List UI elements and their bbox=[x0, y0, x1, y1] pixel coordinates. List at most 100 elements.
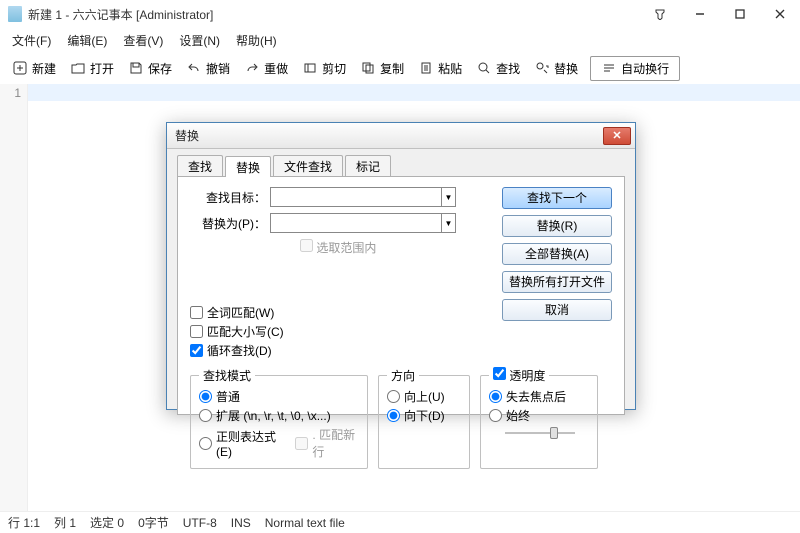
tb-save[interactable]: 保存 bbox=[122, 57, 178, 80]
transparency-group: 透明度 失去焦点后 始终 bbox=[480, 367, 598, 469]
dot-newline-checkbox bbox=[295, 437, 308, 450]
new-icon bbox=[12, 60, 28, 76]
whole-word-checkbox[interactable] bbox=[190, 306, 203, 319]
direction-up[interactable]: 向上(U) bbox=[387, 388, 461, 405]
status-bytes: 0字节 bbox=[138, 514, 169, 531]
tb-cut-label: 剪切 bbox=[322, 60, 346, 77]
tb-cut[interactable]: 剪切 bbox=[296, 57, 352, 80]
dropdown-icon[interactable]: ▼ bbox=[441, 188, 455, 206]
dialog-body: 查找 替换 文件查找 标记 查找目标： ▼ 替换为(P)： ▼ 选取范围内 查找… bbox=[167, 149, 635, 425]
find-next-button[interactable]: 查找下一个 bbox=[502, 187, 612, 209]
menu-settings[interactable]: 设置(N) bbox=[171, 30, 228, 51]
replace-all-button[interactable]: 全部替换(A) bbox=[502, 243, 612, 265]
line-gutter: 1 bbox=[0, 84, 28, 511]
title-bar: 新建 1 - 六六记事本 [Administrator] bbox=[0, 0, 800, 28]
status-filetype: Normal text file bbox=[265, 516, 345, 530]
replace-dialog: 替换 ✕ 查找 替换 文件查找 标记 查找目标： ▼ 替换为(P)： ▼ 选取范… bbox=[166, 122, 636, 410]
transparency-always[interactable]: 始终 bbox=[489, 407, 589, 424]
status-encoding: UTF-8 bbox=[183, 516, 217, 530]
tb-save-label: 保存 bbox=[148, 60, 172, 77]
minimize-button[interactable] bbox=[688, 2, 712, 26]
replace-all-open-button[interactable]: 替换所有打开文件 bbox=[502, 271, 612, 293]
tb-new-label: 新建 bbox=[32, 60, 56, 77]
tb-redo[interactable]: 重做 bbox=[238, 57, 294, 80]
search-mode-group: 查找模式 普通 扩展 (\n, \r, \t, \0, \x...) 正则表达式… bbox=[190, 367, 368, 469]
tb-redo-label: 重做 bbox=[264, 60, 288, 77]
find-icon bbox=[476, 60, 492, 76]
transparency-legend: 透明度 bbox=[489, 367, 549, 384]
find-target-input[interactable]: ▼ bbox=[270, 187, 456, 207]
current-line-highlight bbox=[28, 84, 800, 101]
tb-undo[interactable]: 撤销 bbox=[180, 57, 236, 80]
tb-wrap-label: 自动换行 bbox=[621, 60, 669, 77]
mode-regex[interactable]: 正则表达式(E) . 匹配新行 bbox=[199, 426, 359, 460]
toolbar: 新建 打开 保存 撤销 重做 剪切 复制 粘贴 查找 替换 自动换行 bbox=[0, 52, 800, 84]
status-bar: 行 1:1 列 1 选定 0 0字节 UTF-8 INS Normal text… bbox=[0, 511, 800, 533]
copy-icon bbox=[360, 60, 376, 76]
close-button[interactable] bbox=[768, 2, 792, 26]
cancel-button[interactable]: 取消 bbox=[502, 299, 612, 321]
tb-find-label: 查找 bbox=[496, 60, 520, 77]
redo-icon bbox=[244, 60, 260, 76]
menu-view[interactable]: 查看(V) bbox=[115, 30, 171, 51]
replace-icon bbox=[534, 60, 550, 76]
document-icon bbox=[8, 6, 22, 22]
match-case-checkbox[interactable] bbox=[190, 325, 203, 338]
direction-down[interactable]: 向下(D) bbox=[387, 407, 461, 424]
tb-find[interactable]: 查找 bbox=[470, 57, 526, 80]
status-sel: 选定 0 bbox=[90, 514, 124, 531]
transparency-checkbox[interactable] bbox=[493, 367, 506, 380]
dialog-close-button[interactable]: ✕ bbox=[603, 127, 631, 145]
match-case-option[interactable]: 匹配大小写(C) bbox=[190, 323, 612, 340]
open-icon bbox=[70, 60, 86, 76]
dialog-titlebar[interactable]: 替换 ✕ bbox=[167, 123, 635, 149]
tb-wrap[interactable]: 自动换行 bbox=[590, 56, 680, 81]
transparency-slider[interactable] bbox=[505, 426, 575, 440]
transparency-lose-focus[interactable]: 失去焦点后 bbox=[489, 388, 589, 405]
tb-replace-label: 替换 bbox=[554, 60, 578, 77]
save-icon bbox=[128, 60, 144, 76]
dialog-title: 替换 bbox=[175, 127, 603, 144]
tb-paste[interactable]: 粘贴 bbox=[412, 57, 468, 80]
in-selection-checkbox bbox=[300, 239, 313, 252]
status-row: 行 1:1 bbox=[8, 514, 40, 531]
window-controls bbox=[648, 2, 792, 26]
direction-legend: 方向 bbox=[387, 367, 419, 384]
line-number: 1 bbox=[0, 86, 21, 100]
menu-edit[interactable]: 编辑(E) bbox=[59, 30, 115, 51]
tb-new[interactable]: 新建 bbox=[6, 57, 62, 80]
tab-replace[interactable]: 替换 bbox=[225, 156, 271, 177]
wrap-icon bbox=[601, 60, 617, 76]
tab-mark[interactable]: 标记 bbox=[345, 155, 391, 176]
mode-extended[interactable]: 扩展 (\n, \r, \t, \0, \x...) bbox=[199, 407, 359, 424]
search-mode-legend: 查找模式 bbox=[199, 367, 255, 384]
undo-icon bbox=[186, 60, 202, 76]
cut-icon bbox=[302, 60, 318, 76]
tb-paste-label: 粘贴 bbox=[438, 60, 462, 77]
tab-file-find[interactable]: 文件查找 bbox=[273, 155, 343, 176]
menu-file[interactable]: 文件(F) bbox=[4, 30, 59, 51]
dialog-buttons: 查找下一个 替换(R) 全部替换(A) 替换所有打开文件 取消 bbox=[502, 187, 612, 321]
replace-with-input[interactable]: ▼ bbox=[270, 213, 456, 233]
tb-replace[interactable]: 替换 bbox=[528, 57, 584, 80]
status-mode: INS bbox=[231, 516, 251, 530]
wrap-around-checkbox[interactable] bbox=[190, 344, 203, 357]
window-title: 新建 1 - 六六记事本 [Administrator] bbox=[28, 6, 648, 23]
slider-thumb[interactable] bbox=[550, 427, 558, 439]
in-selection-option: 选取范围内 bbox=[300, 239, 376, 256]
tb-undo-label: 撤销 bbox=[206, 60, 230, 77]
dropdown-icon[interactable]: ▼ bbox=[441, 214, 455, 232]
tb-copy[interactable]: 复制 bbox=[354, 57, 410, 80]
menu-bar: 文件(F) 编辑(E) 查看(V) 设置(N) 帮助(H) bbox=[0, 28, 800, 52]
maximize-button[interactable] bbox=[728, 2, 752, 26]
find-target-label: 查找目标： bbox=[190, 189, 270, 206]
tb-open[interactable]: 打开 bbox=[64, 57, 120, 80]
wrap-around-option[interactable]: 循环查找(D) bbox=[190, 342, 612, 359]
direction-group: 方向 向上(U) 向下(D) bbox=[378, 367, 470, 469]
mode-normal[interactable]: 普通 bbox=[199, 388, 359, 405]
menu-help[interactable]: 帮助(H) bbox=[228, 30, 285, 51]
tab-find[interactable]: 查找 bbox=[177, 155, 223, 176]
replace-with-label: 替换为(P)： bbox=[190, 215, 270, 232]
replace-button[interactable]: 替换(R) bbox=[502, 215, 612, 237]
pin-button[interactable] bbox=[648, 2, 672, 26]
